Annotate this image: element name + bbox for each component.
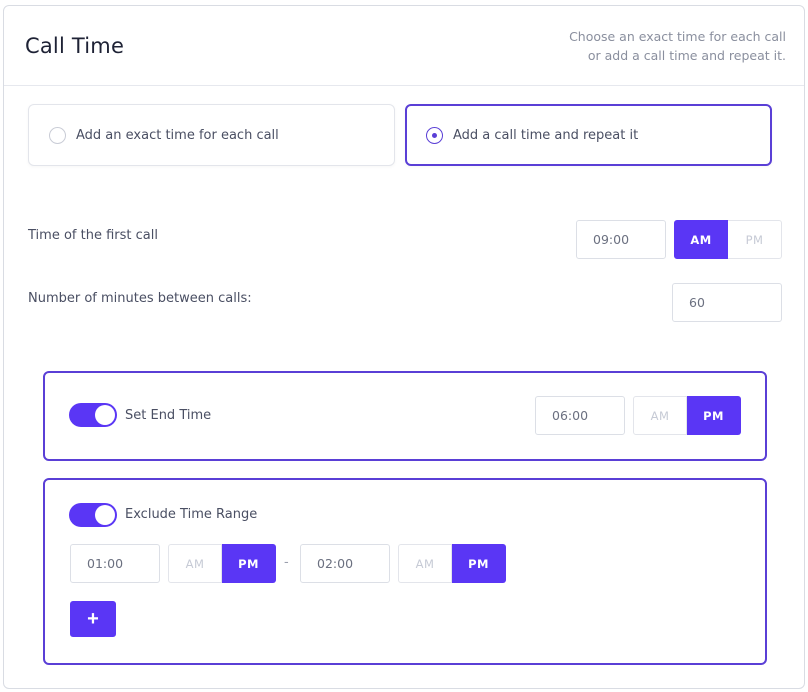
card-header: Call Time Choose an exact time for each … [4,6,804,86]
radio-button-selected[interactable] [426,126,443,144]
end-time-toggle-label: Set End Time [125,408,212,423]
first-call-pm-button[interactable]: PM [728,220,782,259]
interval-minutes-input[interactable] [672,283,782,322]
card-description: Choose an exact time for each call or ad… [486,27,786,65]
exclude-from-pm-button[interactable]: PM [222,544,276,583]
card-title: Call Time [25,34,125,58]
first-call-label: Time of the first call [28,228,158,243]
exclude-to-am-button[interactable]: AM [398,544,452,583]
interval-label: Number of minutes between calls: [28,291,252,306]
radio-button[interactable] [49,126,66,144]
toggle-knob [95,505,115,525]
exclude-from-ampm-toggle: AM PM [168,544,276,583]
exclude-from-time-input[interactable] [70,544,160,583]
exclude-to-time-input[interactable] [300,544,390,583]
end-time-input[interactable] [535,396,625,435]
first-call-time-input[interactable] [576,220,666,259]
end-time-ampm-toggle: AM PM [633,396,741,435]
first-call-ampm-toggle: AM PM [674,220,782,259]
end-time-am-button[interactable]: AM [633,396,687,435]
description-line-2: or add a call time and repeat it. [587,48,786,63]
exclude-from-am-button[interactable]: AM [168,544,222,583]
description-line-1: Choose an exact time for each call [569,29,786,44]
exclude-range-toggle[interactable] [69,503,117,527]
exclude-range-toggle-label: Exclude Time Range [125,507,258,522]
toggle-knob [95,405,115,425]
add-range-button[interactable]: + [70,601,116,637]
first-call-am-button[interactable]: AM [674,220,728,259]
range-separator: - [284,555,289,570]
exclude-to-ampm-toggle: AM PM [398,544,506,583]
end-time-toggle[interactable] [69,403,117,427]
option-repeat-time[interactable]: Add a call time and repeat it [405,104,772,166]
option-repeat-time-label: Add a call time and repeat it [453,127,639,143]
exclude-to-pm-button[interactable]: PM [452,544,506,583]
end-time-pm-button[interactable]: PM [687,396,741,435]
radio-dot [432,132,437,138]
option-exact-time[interactable]: Add an exact time for each call [28,104,395,166]
option-exact-time-label: Add an exact time for each call [76,127,279,143]
